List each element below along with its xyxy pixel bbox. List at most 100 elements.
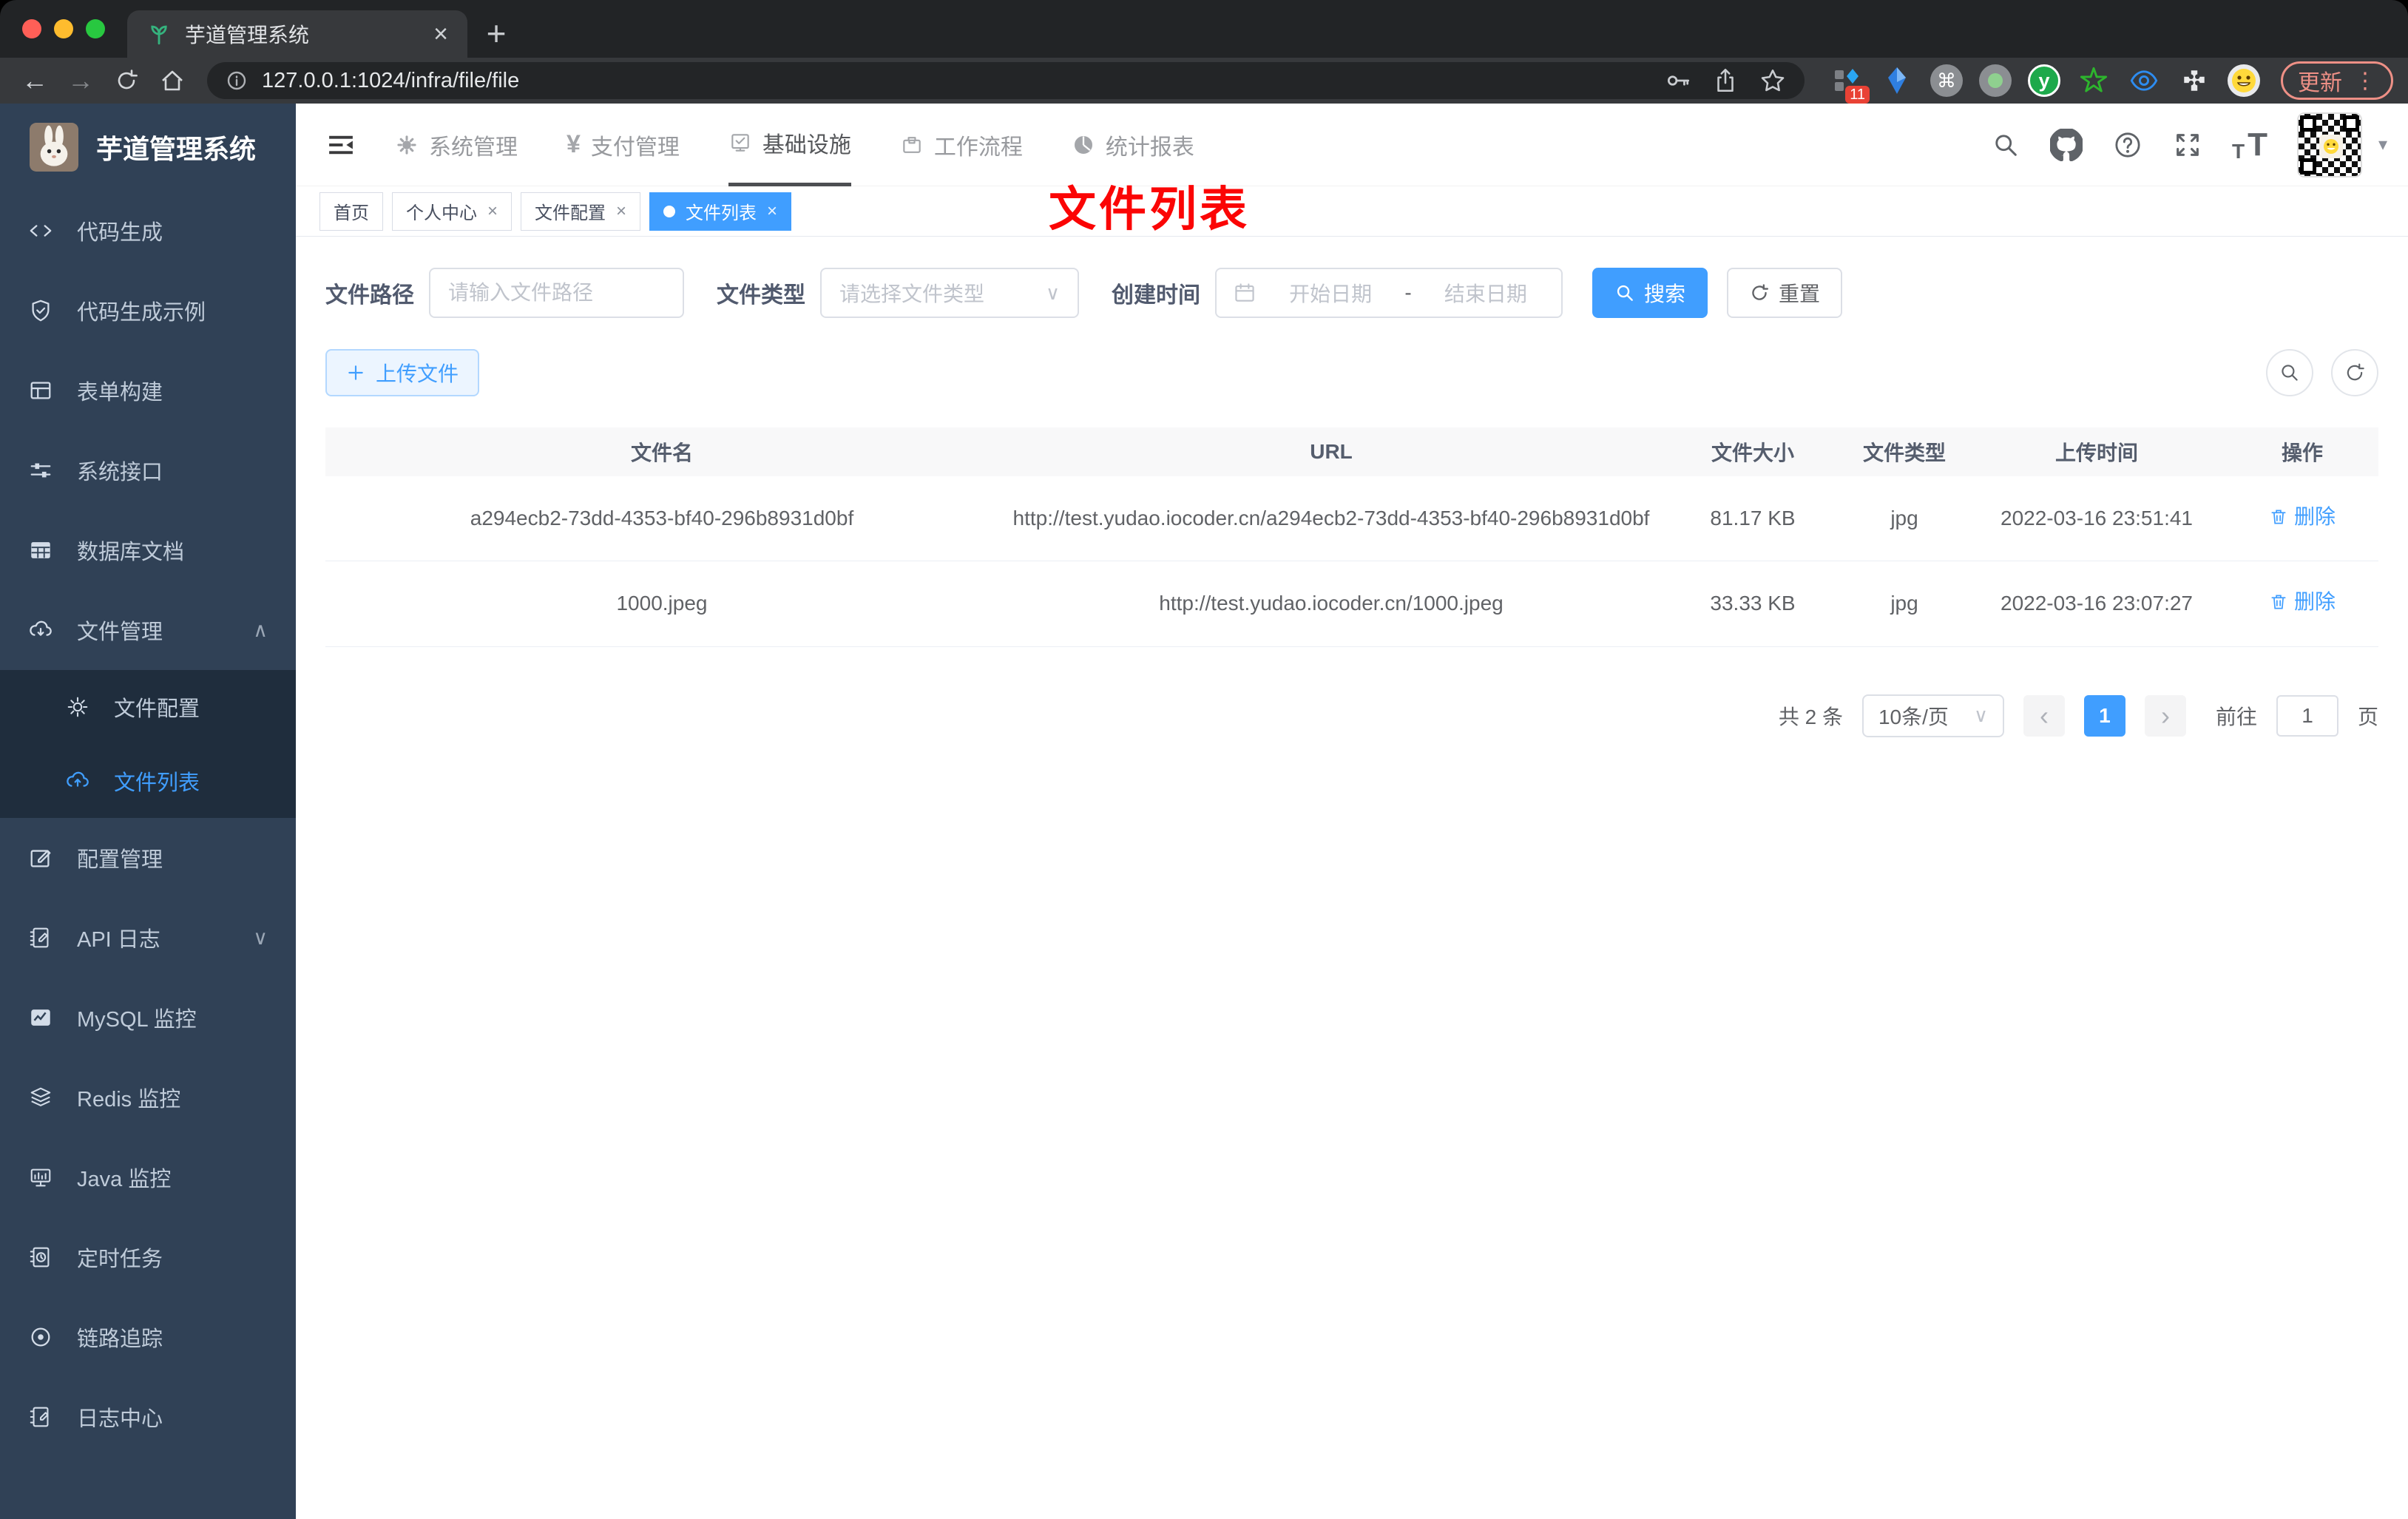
tags-view-bar: 首页 个人中心 × 文件配置 × 文件列表 × bbox=[296, 186, 2408, 237]
edit-square-icon bbox=[28, 845, 55, 870]
browser-update-button[interactable]: 更新 ⋮ bbox=[2281, 61, 2393, 100]
tag-profile[interactable]: 个人中心 × bbox=[392, 192, 513, 231]
back-button[interactable]: ← bbox=[15, 62, 55, 99]
new-tab-button[interactable]: + bbox=[475, 12, 518, 55]
nav-infrastructure[interactable]: 基础设施 bbox=[728, 104, 851, 186]
search-icon[interactable] bbox=[1991, 130, 2020, 160]
sidebar-item-log-center[interactable]: 日志中心 bbox=[0, 1377, 296, 1457]
forward-button[interactable]: → bbox=[61, 62, 101, 99]
sidebar-collapse-button[interactable] bbox=[317, 121, 365, 169]
upload-file-button[interactable]: 上传文件 bbox=[325, 349, 480, 396]
date-end-placeholder: 结束日期 bbox=[1444, 283, 1527, 305]
sidebar-menu: 代码生成 代码生成示例 表单构建 系统接口 数据库文档 文件管理 ∧ 文件配置 … bbox=[0, 191, 296, 1519]
nav-payment-management[interactable]: ¥ 支付管理 bbox=[567, 104, 680, 186]
extension-badge: 11 bbox=[1845, 86, 1870, 104]
github-icon[interactable] bbox=[2049, 128, 2083, 161]
date-start-placeholder: 开始日期 bbox=[1289, 283, 1373, 305]
date-range-picker[interactable]: 开始日期 - 结束日期 bbox=[1215, 268, 1563, 318]
search-button[interactable]: 搜索 bbox=[1592, 268, 1708, 318]
nav-workflow[interactable]: 工作流程 bbox=[900, 104, 1023, 186]
sidebar-item-db-doc[interactable]: 数据库文档 bbox=[0, 510, 296, 590]
font-size-icon[interactable]: T T bbox=[2232, 126, 2267, 163]
share-icon[interactable] bbox=[1711, 67, 1739, 95]
goto-page-input[interactable] bbox=[2276, 694, 2338, 737]
sidebar-item-code-gen-example[interactable]: 代码生成示例 bbox=[0, 271, 296, 351]
code-icon bbox=[28, 218, 55, 243]
file-path-input[interactable] bbox=[429, 268, 684, 318]
tab-close-icon[interactable]: × bbox=[433, 21, 448, 47]
sidebar-item-java-monitor[interactable]: Java 监控 bbox=[0, 1137, 296, 1217]
chart-box-icon bbox=[28, 1005, 55, 1030]
password-key-icon[interactable] bbox=[1664, 67, 1692, 95]
sidebar-item-api-log[interactable]: API 日志 ∨ bbox=[0, 898, 296, 978]
page-size-select[interactable]: 10条/页 ∨ bbox=[1861, 694, 2004, 737]
extension-star-icon[interactable] bbox=[2077, 64, 2111, 98]
url-text: 127.0.0.1:1024/infra/file/file bbox=[262, 68, 520, 92]
page-unit-label: 页 bbox=[2357, 705, 2378, 728]
delete-button[interactable]: 删除 bbox=[2269, 500, 2336, 534]
profile-avatar-emoji[interactable] bbox=[2228, 64, 2260, 97]
sidebar-item-file-config[interactable]: 文件配置 bbox=[0, 670, 296, 744]
shield-check-icon bbox=[28, 298, 55, 323]
file-table: 文件名 URL 文件大小 文件类型 上传时间 操作 a294ecb2-73dd-… bbox=[325, 427, 2378, 647]
sidebar-item-redis-monitor[interactable]: Redis 监控 bbox=[0, 1058, 296, 1137]
home-button[interactable] bbox=[152, 62, 192, 99]
col-filename: 文件名 bbox=[325, 427, 998, 476]
tag-close-icon[interactable]: × bbox=[767, 201, 777, 222]
sidebar-logo-row[interactable]: 芋道管理系统 bbox=[0, 104, 296, 191]
site-info-icon[interactable] bbox=[225, 69, 248, 92]
avatar-dropdown-caret[interactable]: ▾ bbox=[2378, 134, 2387, 155]
tag-file-config[interactable]: 文件配置 × bbox=[521, 192, 641, 231]
next-page-button[interactable]: › bbox=[2144, 694, 2186, 737]
sidebar-item-file-management[interactable]: 文件管理 ∧ bbox=[0, 590, 296, 670]
sidebar-item-mysql-monitor[interactable]: MySQL 监控 bbox=[0, 978, 296, 1058]
toggle-search-button[interactable] bbox=[2266, 349, 2313, 396]
layers-icon bbox=[28, 1085, 55, 1110]
fullscreen-icon[interactable] bbox=[2173, 130, 2202, 160]
browser-menu-dots-icon[interactable]: ⋮ bbox=[2354, 68, 2376, 94]
extension-eye-icon[interactable] bbox=[2127, 64, 2161, 98]
cell-url: http://test.yudao.iocoder.cn/1000.jpeg bbox=[998, 561, 1664, 647]
col-filesize: 文件大小 bbox=[1664, 427, 1841, 476]
sidebar-item-code-gen[interactable]: 代码生成 bbox=[0, 191, 296, 271]
extension-grid-icon[interactable]: 11 bbox=[1830, 64, 1870, 104]
refresh-table-button[interactable] bbox=[2331, 349, 2378, 396]
maximize-window-button[interactable] bbox=[86, 19, 105, 38]
prev-page-button[interactable]: ‹ bbox=[2023, 694, 2065, 737]
tag-close-icon[interactable]: × bbox=[487, 201, 498, 222]
cell-url: http://test.yudao.iocoder.cn/a294ecb2-73… bbox=[998, 476, 1664, 562]
sidebar-item-form-builder[interactable]: 表单构建 bbox=[0, 351, 296, 430]
close-window-button[interactable] bbox=[22, 19, 41, 38]
minimize-window-button[interactable] bbox=[54, 19, 73, 38]
sidebar-item-scheduled-tasks[interactable]: 定时任务 bbox=[0, 1217, 296, 1297]
extension-y-icon[interactable]: y bbox=[2028, 64, 2060, 97]
delete-button[interactable]: 删除 bbox=[2269, 585, 2336, 619]
user-avatar-qr[interactable] bbox=[2296, 112, 2362, 177]
current-page-button[interactable]: 1 bbox=[2083, 694, 2125, 737]
browser-tab[interactable]: 芋道管理系统 × bbox=[127, 10, 467, 58]
reset-button[interactable]: 重置 bbox=[1727, 268, 1843, 318]
extension-command-icon[interactable]: ⌘ bbox=[1930, 64, 1963, 97]
cell-filesize: 33.33 KB bbox=[1664, 561, 1841, 647]
tag-close-icon[interactable]: × bbox=[616, 201, 626, 222]
address-bar[interactable]: 127.0.0.1:1024/infra/file/file bbox=[207, 62, 1805, 99]
cloud-upload-icon bbox=[65, 768, 92, 794]
bookmark-star-icon[interactable] bbox=[1759, 67, 1787, 95]
sidebar-item-trace[interactable]: 链路追踪 bbox=[0, 1297, 296, 1377]
nav-system-management[interactable]: 系统管理 bbox=[395, 104, 518, 186]
extensions-puzzle-icon[interactable] bbox=[2177, 64, 2211, 98]
sidebar-item-config-management[interactable]: 配置管理 bbox=[0, 818, 296, 898]
reload-button[interactable] bbox=[106, 62, 146, 99]
extension-kite-icon[interactable] bbox=[1880, 64, 1914, 98]
browser-window: 芋道管理系统 × + ← → 127.0.0.1:1024/infra/file… bbox=[0, 0, 2408, 1519]
cell-filesize: 81.17 KB bbox=[1664, 476, 1841, 562]
help-icon[interactable] bbox=[2112, 129, 2143, 160]
tag-file-list[interactable]: 文件列表 × bbox=[649, 192, 792, 231]
yen-icon: ¥ bbox=[567, 130, 581, 158]
tag-home[interactable]: 首页 bbox=[319, 192, 383, 231]
table-tools bbox=[2266, 349, 2378, 396]
sidebar-item-system-api[interactable]: 系统接口 bbox=[0, 430, 296, 510]
sidebar-item-file-list[interactable]: 文件列表 bbox=[0, 744, 296, 818]
file-type-select[interactable]: 请选择文件类型 ∨ bbox=[820, 268, 1079, 318]
extension-dot-icon[interactable] bbox=[1979, 64, 2012, 97]
